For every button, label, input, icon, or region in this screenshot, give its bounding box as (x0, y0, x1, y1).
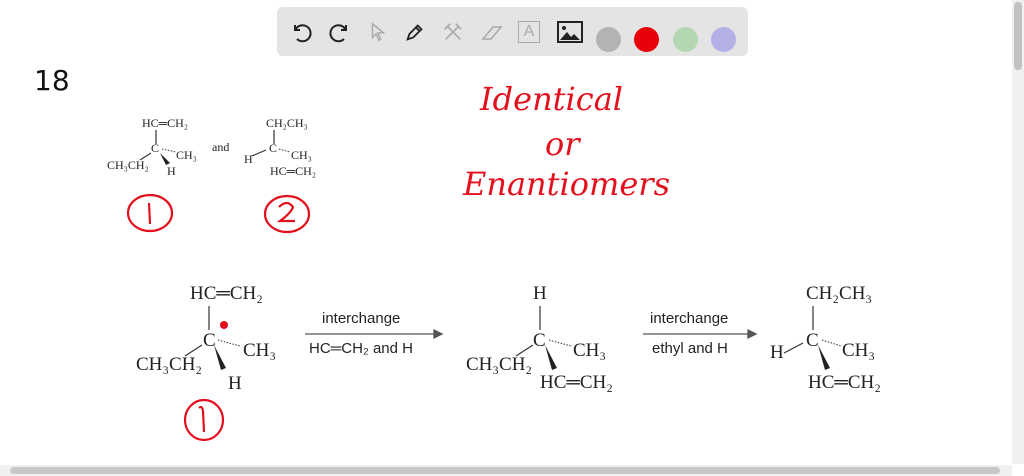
bond-lines (126, 130, 842, 442)
mol1-bottom: H (167, 164, 176, 178)
mol1-right: CH₃ (176, 148, 197, 162)
vertical-scroll-thumb[interactable] (1014, 2, 1022, 70)
red-mark (220, 321, 228, 329)
molB-bottom: HC═CH₂ (540, 372, 613, 393)
molA-left: CH₃CH₂ (136, 354, 203, 375)
mol2-top: CH₂CH₃ (266, 116, 308, 130)
molC-center: C (806, 330, 819, 351)
molB-left: CH₃CH₂ (466, 354, 533, 375)
mol1-left: CH₃CH₂ (107, 158, 149, 172)
vertical-scrollbar[interactable] (1012, 0, 1024, 464)
arrow1-above: interchange (322, 310, 401, 327)
mol2-bottom: HC═CH₂ (270, 164, 317, 178)
horizontal-scroll-thumb[interactable] (10, 467, 1000, 474)
molB-right: CH₃ (573, 340, 607, 361)
molA-right: CH₃ (243, 340, 277, 361)
molA-center: C (203, 330, 216, 351)
molB-top: H (533, 283, 547, 304)
mol2-center: C (269, 141, 278, 155)
and-label: and (212, 140, 230, 154)
mol2-right: CH₃ (291, 148, 312, 162)
molC-left: H (770, 342, 784, 363)
molC-top: CH₂CH₃ (806, 283, 873, 304)
molB-center: C (533, 330, 546, 351)
molA-top: HC═CH₂ (190, 283, 263, 304)
arrow2-below: ethyl and H (652, 340, 728, 357)
mol1-top: HC═CH₂ (142, 116, 189, 130)
molC-bottom: HC═CH₂ (808, 372, 881, 393)
horizontal-scrollbar[interactable] (0, 465, 1012, 476)
mol1-center: C (151, 141, 160, 155)
arrow1-below: HC═CH₂ and H (309, 340, 413, 357)
mol2-left: H (244, 152, 253, 166)
arrow2-above: interchange (650, 310, 729, 327)
molC-right: CH₃ (842, 340, 876, 361)
molA-bottom: H (228, 373, 242, 394)
